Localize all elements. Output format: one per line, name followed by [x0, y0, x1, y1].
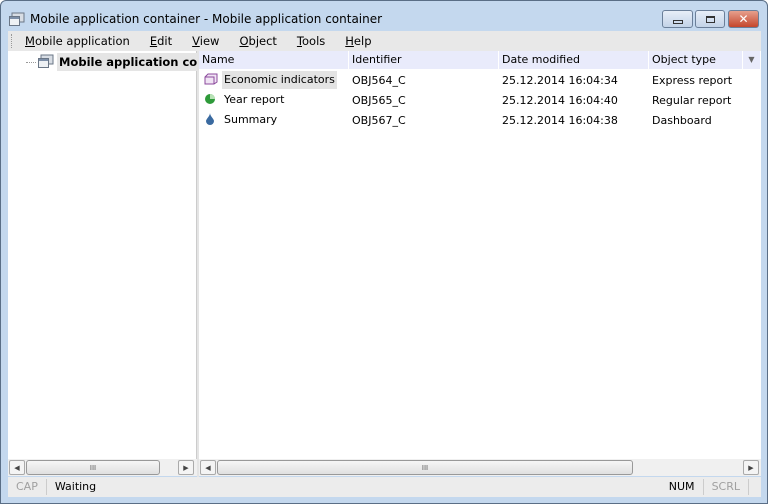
status-bar: CAP Waiting NUM SCRL	[8, 477, 761, 497]
object-list: Name Identifier Date modified Object typ…	[199, 51, 761, 459]
scroll-left-icon[interactable]: ◀	[200, 460, 216, 475]
row-date: 25.12.2014 16:04:34	[502, 73, 618, 87]
column-header-object-type[interactable]: Object type	[649, 51, 743, 69]
scroll-right-icon[interactable]: ▶	[178, 460, 194, 475]
tree-horizontal-scrollbar[interactable]: ◀ III ▶	[8, 459, 197, 476]
table-row[interactable]: Summary OBJ567_C 25.12.2014 16:04:38 Das…	[199, 110, 761, 130]
regular-report-icon	[204, 93, 218, 108]
maximize-icon	[705, 15, 715, 23]
scroll-thumb[interactable]: III	[26, 460, 160, 475]
row-identifier: OBJ567_C	[352, 113, 406, 127]
row-identifier: OBJ565_C	[352, 93, 406, 107]
window-title: Mobile application container - Mobile ap…	[30, 12, 383, 26]
maximize-button[interactable]	[695, 10, 725, 28]
close-button[interactable]: ✕	[728, 10, 759, 28]
container-icon	[38, 54, 54, 71]
row-type: Regular report	[652, 93, 732, 107]
menu-help[interactable]: Help	[345, 34, 371, 48]
row-date: 25.12.2014 16:04:40	[502, 93, 618, 107]
status-message: Waiting	[54, 480, 97, 493]
status-scrl: SCRL	[704, 479, 749, 495]
scroll-thumb[interactable]: III	[217, 460, 633, 475]
row-name: Economic indicators	[222, 71, 337, 89]
column-header-name[interactable]: Name	[199, 51, 349, 69]
row-type: Dashboard	[652, 113, 712, 127]
dashboard-icon	[204, 112, 218, 128]
tree-pane: Mobile application container	[8, 51, 247, 459]
table-row[interactable]: Economic indicators OBJ564_C 25.12.2014 …	[199, 70, 761, 90]
row-type: Express report	[652, 73, 733, 87]
column-chooser-dropdown[interactable]: ▼	[743, 51, 761, 69]
menu-mobile-application[interactable]: Mobile application	[25, 34, 130, 48]
column-header-date-modified[interactable]: Date modified	[499, 51, 649, 69]
menu-object[interactable]: Object	[239, 34, 276, 48]
title-bar: Mobile application container - Mobile ap…	[9, 9, 382, 29]
row-identifier: OBJ564_C	[352, 73, 406, 87]
row-name: Summary	[224, 113, 278, 126]
minimize-icon	[672, 19, 683, 24]
row-name: Year report	[224, 93, 285, 106]
list-header: Name Identifier Date modified Object typ…	[199, 51, 761, 69]
scroll-left-icon[interactable]: ◀	[9, 460, 25, 475]
status-num: NUM	[661, 479, 704, 495]
list-horizontal-scrollbar[interactable]: ◀ III ▶	[199, 459, 761, 476]
toolbar-grip[interactable]	[11, 34, 15, 48]
main-window: Mobile application container - Mobile ap…	[0, 0, 768, 504]
scroll-right-icon[interactable]: ▶	[743, 460, 759, 475]
minimize-button[interactable]	[662, 10, 693, 28]
express-report-icon	[204, 73, 218, 88]
table-row[interactable]: Year report OBJ565_C 25.12.2014 16:04:40…	[199, 90, 761, 110]
status-cap: CAP	[8, 479, 47, 495]
menu-tools[interactable]: Tools	[297, 34, 325, 48]
column-header-identifier[interactable]: Identifier	[349, 51, 499, 69]
row-date: 25.12.2014 16:04:38	[502, 113, 618, 127]
menu-bar: Mobile application Edit View Object Tool…	[8, 31, 761, 51]
menu-view[interactable]: View	[192, 34, 219, 48]
container-icon	[9, 12, 25, 26]
menu-edit[interactable]: Edit	[150, 34, 172, 48]
close-icon: ✕	[738, 12, 749, 26]
